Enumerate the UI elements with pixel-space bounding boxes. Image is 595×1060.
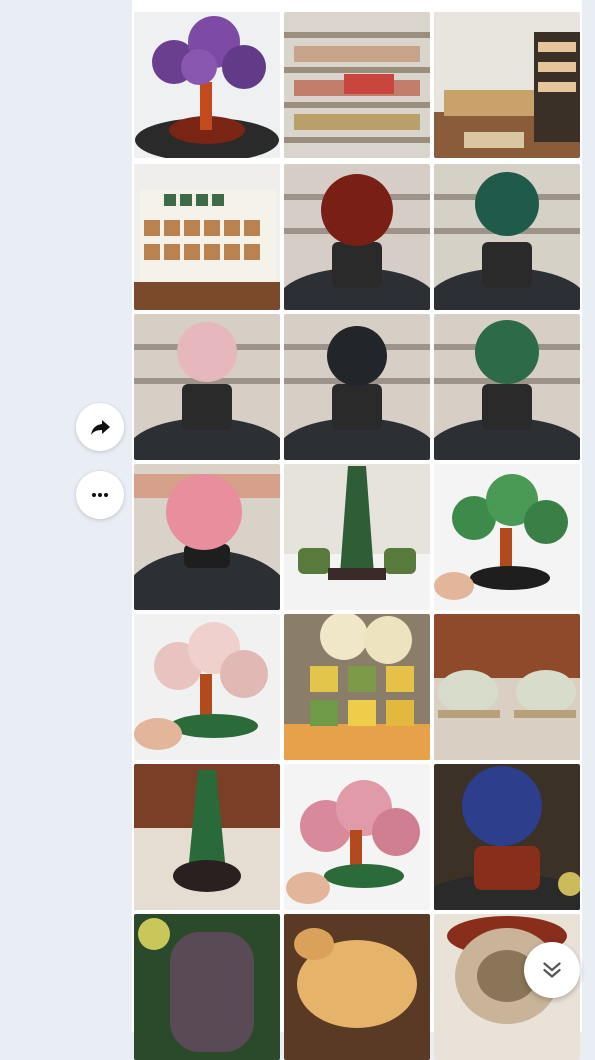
photo-tile-rose-quartz-sphere[interactable]	[134, 464, 280, 610]
jade-pagoda-photo-icon	[284, 464, 430, 610]
scroll-down-icon	[543, 962, 561, 978]
red-sphere-photo-icon	[284, 164, 430, 310]
photo-tile-shop-shelves[interactable]	[284, 12, 430, 158]
share-button[interactable]	[76, 403, 124, 451]
jade-pagoda-photo-icon	[134, 764, 280, 910]
photo-tile-sodalite-sphere[interactable]	[434, 764, 580, 910]
jade-money-tree-photo-icon	[434, 464, 580, 610]
photo-tile-green-sphere-2[interactable]	[434, 314, 580, 460]
photo-tile-pink-crystal-tree[interactable]	[284, 764, 430, 910]
amethyst-tree-photo-icon	[134, 12, 280, 158]
photo-tile-jade-dragon[interactable]	[434, 614, 580, 760]
green-sphere-photo-icon	[434, 164, 580, 310]
share-icon	[91, 420, 110, 435]
photo-tile-amethyst-tree[interactable]	[134, 12, 280, 158]
photo-tile-amethyst-geode[interactable]	[134, 914, 280, 1060]
photo-tile-carved-ox[interactable]	[284, 914, 430, 1060]
photo-tile-pink-sphere[interactable]	[134, 314, 280, 460]
scroll-down-button[interactable]	[524, 942, 580, 998]
more-icon	[92, 493, 108, 497]
jade-figurines-photo-icon	[284, 614, 430, 760]
photo-tile-jade-figurines[interactable]	[284, 614, 430, 760]
photo-tile-rose-quartz-tree[interactable]	[134, 614, 280, 760]
photo-tile-jade-pagoda-2[interactable]	[134, 764, 280, 910]
amethyst-geode-photo-icon	[134, 914, 280, 1060]
jade-dragon-photo-icon	[434, 614, 580, 760]
black-sphere-photo-icon	[284, 314, 430, 460]
photo-gallery	[132, 0, 582, 1060]
photo-tile-black-sphere[interactable]	[284, 314, 430, 460]
rose-quartz-sphere-photo-icon	[134, 464, 280, 610]
green-sphere-photo-icon	[434, 314, 580, 460]
crystal-tray-photo-icon	[134, 164, 280, 310]
sodalite-sphere-photo-icon	[434, 764, 580, 910]
pink-sphere-photo-icon	[134, 314, 280, 460]
photo-tile-jade-pagoda[interactable]	[284, 464, 430, 610]
carved-ox-photo-icon	[284, 914, 430, 1060]
photo-tile-green-sphere[interactable]	[434, 164, 580, 310]
more-options-button[interactable]	[76, 471, 124, 519]
rose-quartz-tree-photo-icon	[134, 614, 280, 760]
pink-crystal-tree-photo-icon	[284, 764, 430, 910]
shop-shelves-photo-icon	[284, 12, 430, 158]
store-interior-photo-icon	[434, 12, 580, 158]
photo-tile-jade-money-tree[interactable]	[434, 464, 580, 610]
photo-tile-red-sphere[interactable]	[284, 164, 430, 310]
photo-tile-crystal-tray[interactable]	[134, 164, 280, 310]
photo-tile-store-interior[interactable]	[434, 12, 580, 158]
